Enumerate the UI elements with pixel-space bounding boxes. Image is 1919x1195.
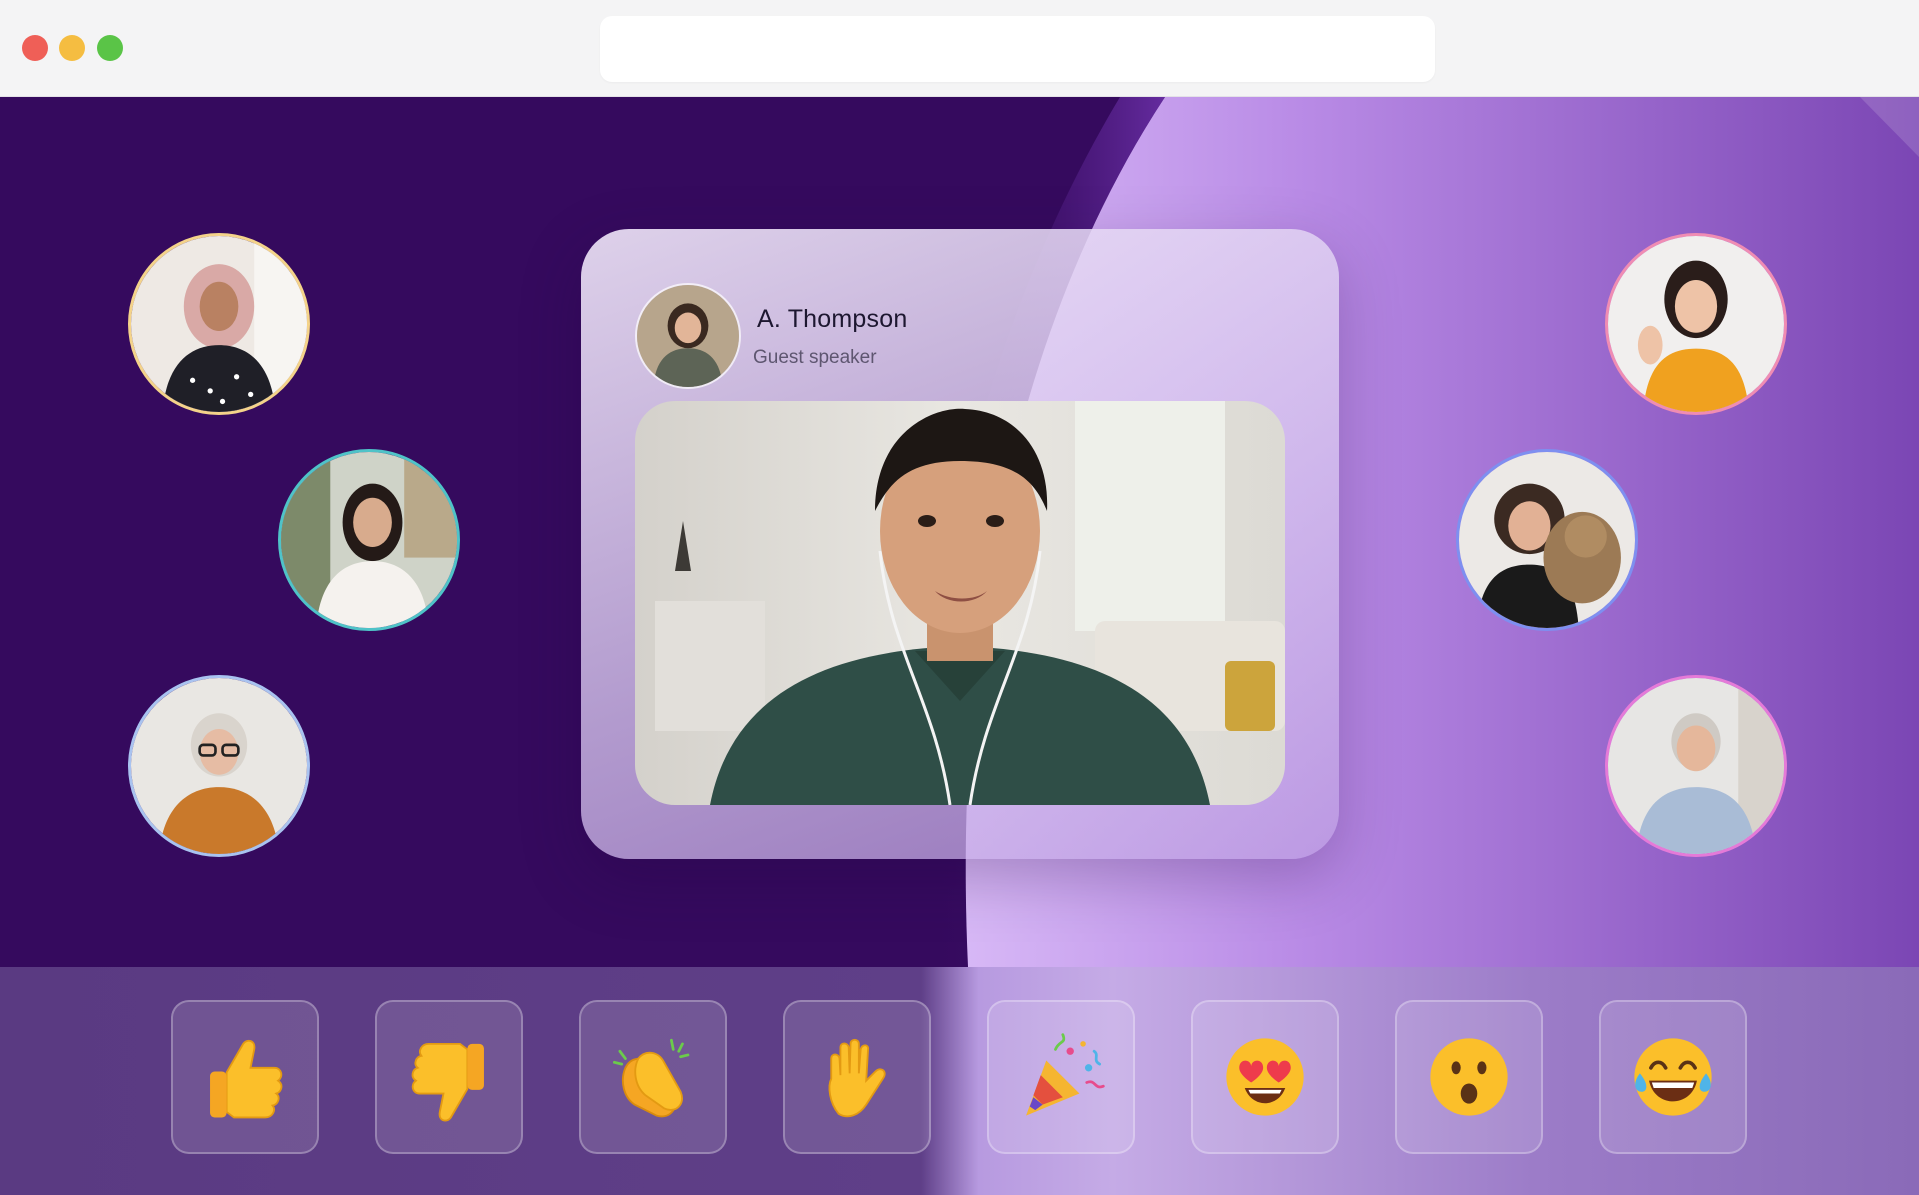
participant-avatar[interactable] bbox=[128, 233, 310, 415]
window-chrome bbox=[0, 0, 1919, 97]
reaction-party-popper-button[interactable] bbox=[987, 1000, 1135, 1154]
speaker-video-frame bbox=[635, 401, 1285, 805]
reaction-raised-hand-button[interactable] bbox=[783, 1000, 931, 1154]
raised-hand-icon bbox=[828, 1038, 886, 1118]
reaction-laughing-button[interactable] bbox=[1599, 1000, 1747, 1154]
clapping-hands-icon bbox=[612, 1038, 690, 1118]
reaction-bar bbox=[0, 967, 1919, 1195]
participant-photo bbox=[131, 236, 307, 412]
participant-avatar[interactable] bbox=[1605, 233, 1787, 415]
thumbs-up-icon bbox=[210, 1039, 283, 1119]
heart-eyes-icon bbox=[1226, 1038, 1304, 1116]
participant-photo bbox=[1608, 678, 1784, 854]
participant-photo bbox=[281, 452, 457, 628]
surprised-face-icon bbox=[1430, 1038, 1508, 1116]
speaker-video[interactable] bbox=[635, 401, 1285, 805]
maximize-window-button[interactable] bbox=[97, 35, 123, 61]
participant-photo bbox=[131, 678, 307, 854]
participant-avatar[interactable] bbox=[1605, 675, 1787, 857]
reaction-surprised-button[interactable] bbox=[1395, 1000, 1543, 1154]
thumbs-down-icon bbox=[411, 1042, 484, 1122]
participant-avatar[interactable] bbox=[1456, 449, 1638, 631]
party-popper-icon bbox=[1026, 1033, 1105, 1116]
minimize-window-button[interactable] bbox=[59, 35, 85, 61]
reaction-thumbs-up-button[interactable] bbox=[171, 1000, 319, 1154]
participant-photo bbox=[1608, 236, 1784, 412]
address-bar[interactable] bbox=[600, 16, 1435, 82]
participant-avatar[interactable] bbox=[278, 449, 460, 631]
close-window-button[interactable] bbox=[22, 35, 48, 61]
participant-avatar[interactable] bbox=[128, 675, 310, 857]
speaker-name: A. Thompson bbox=[757, 305, 908, 333]
tears-of-joy-icon bbox=[1634, 1038, 1712, 1116]
reaction-thumbs-down-button[interactable] bbox=[375, 1000, 523, 1154]
speaker-avatar-photo bbox=[637, 285, 739, 387]
meeting-stage: A. Thompson Guest speaker bbox=[0, 97, 1919, 967]
reaction-heart-eyes-button[interactable] bbox=[1191, 1000, 1339, 1154]
participant-photo bbox=[1459, 452, 1635, 628]
speaker-avatar[interactable] bbox=[635, 283, 741, 389]
speaker-card: A. Thompson Guest speaker bbox=[581, 229, 1339, 859]
speaker-role: Guest speaker bbox=[753, 347, 877, 368]
reaction-clapping-button[interactable] bbox=[579, 1000, 727, 1154]
